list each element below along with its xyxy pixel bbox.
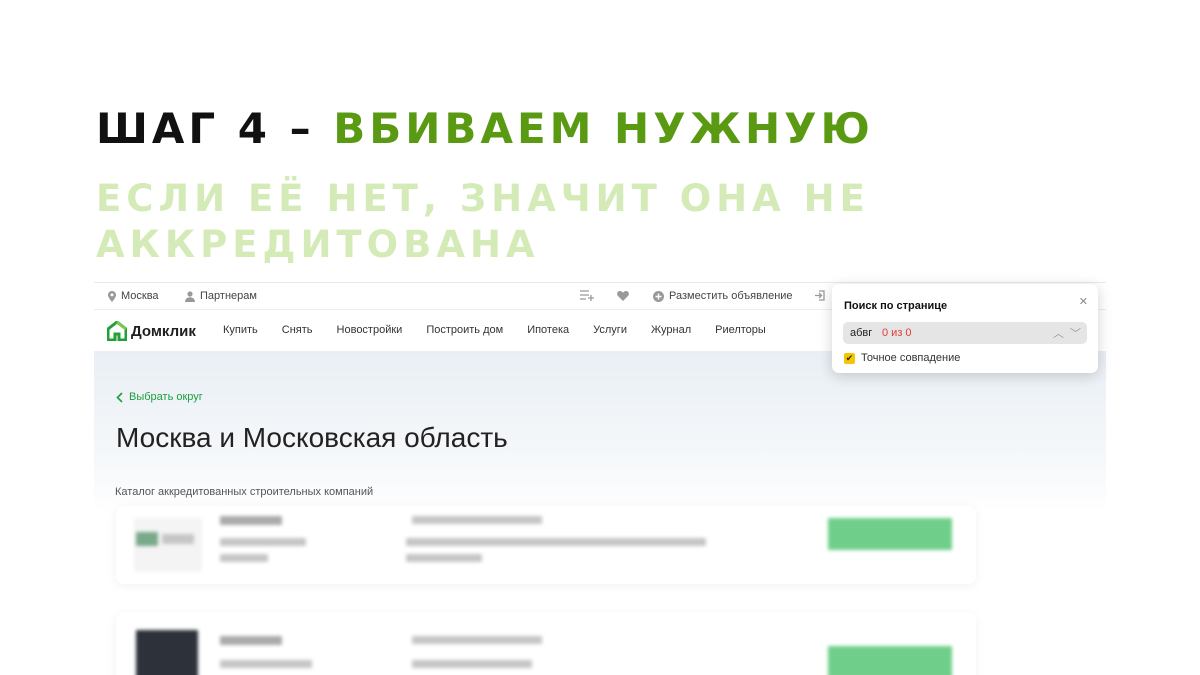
company-logo-text: [162, 534, 194, 544]
exact-match-checkbox[interactable]: ✔: [844, 352, 855, 364]
back-link-label: Выбрать округ: [129, 391, 203, 403]
nav-item-buy[interactable]: Купить: [223, 324, 258, 336]
chevron-left-icon: [116, 391, 123, 403]
company-info: [412, 516, 542, 524]
nav-item-rent[interactable]: Снять: [282, 324, 313, 336]
company-detail: [220, 554, 268, 562]
company-logo: [136, 630, 198, 675]
company-card[interactable]: [116, 506, 976, 584]
location-pin-icon: [108, 290, 116, 302]
close-icon[interactable]: ✕: [1079, 295, 1088, 308]
company-info: [406, 538, 706, 546]
logo-text: Домклик: [131, 322, 196, 340]
company-info: [406, 554, 482, 562]
post-ad-button[interactable]: Разместить объявление: [653, 290, 793, 302]
post-ad-label: Разместить объявление: [669, 290, 793, 302]
headline-prefix: ШАГ 4 –: [96, 104, 334, 153]
city-label: Москва: [121, 290, 159, 302]
nav-item-new-buildings[interactable]: Новостройки: [337, 324, 403, 336]
company-action-button[interactable]: [828, 518, 952, 550]
headline-highlight: ВБИВАЕМ НУЖНУЮ: [333, 104, 874, 153]
find-field: 0 из 0 ︿ ﹀: [843, 322, 1087, 344]
compare-icon: [580, 290, 594, 301]
find-input[interactable]: [850, 327, 878, 339]
plus-circle-icon: [653, 290, 664, 302]
company-detail: [220, 538, 306, 546]
partners-label: Партнерам: [200, 290, 257, 302]
heart-icon: [617, 291, 629, 301]
company-logo-mark: [136, 532, 158, 546]
chevron-up-icon[interactable]: ︿: [1053, 325, 1064, 341]
domclick-logo[interactable]: Домклик: [107, 321, 196, 341]
find-on-page-popup: Поиск по странице ✕ 0 из 0 ︿ ﹀ ✔ Точное …: [832, 284, 1098, 373]
company-info: [412, 660, 532, 668]
exact-match-option[interactable]: ✔ Точное совпадение: [844, 352, 960, 364]
slide-headline: ШАГ 4 – ВБИВАЕМ НУЖНУЮ: [96, 108, 874, 150]
page-title: Москва и Московская область: [116, 422, 508, 453]
favorites-button[interactable]: [617, 290, 629, 301]
user-icon: [185, 290, 195, 302]
company-action-button[interactable]: [828, 646, 952, 675]
slide-subheadline: ЕСЛИ ЕЁ НЕТ, ЗНАЧИТ ОНА НЕ АККРЕДИТОВАНА: [96, 177, 870, 266]
catalog-label: Каталог аккредитованных строительных ком…: [115, 486, 374, 498]
nav-item-build-house[interactable]: Построить дом: [426, 324, 503, 336]
login-icon: [815, 290, 825, 301]
find-popup-title: Поиск по странице: [844, 300, 948, 312]
company-card[interactable]: [116, 612, 976, 675]
company-name: [220, 516, 282, 525]
match-count: 0 из 0: [882, 327, 912, 339]
nav-item-mortgage[interactable]: Ипотека: [527, 324, 569, 336]
chevron-down-icon[interactable]: ﹀: [1070, 325, 1081, 341]
exact-match-label: Точное совпадение: [861, 352, 961, 364]
nav-item-journal[interactable]: Журнал: [651, 324, 691, 336]
nav-item-realtors[interactable]: Риелторы: [715, 324, 766, 336]
partners-link[interactable]: Партнерам: [185, 290, 257, 302]
find-nav-arrows: ︿ ﹀: [1053, 325, 1081, 341]
back-link[interactable]: Выбрать округ: [116, 391, 203, 403]
company-detail: [220, 660, 312, 668]
company-name: [220, 636, 282, 645]
company-info: [412, 636, 542, 644]
login-button[interactable]: [814, 290, 825, 301]
nav-item-services[interactable]: Услуги: [593, 324, 627, 336]
checkmark-icon: ✔: [845, 352, 854, 363]
city-selector[interactable]: Москва: [108, 290, 159, 302]
nav-menu: Купить Снять Новостройки Построить дом И…: [223, 324, 766, 336]
compare-button[interactable]: [580, 290, 594, 301]
house-logo-icon: [107, 321, 127, 341]
